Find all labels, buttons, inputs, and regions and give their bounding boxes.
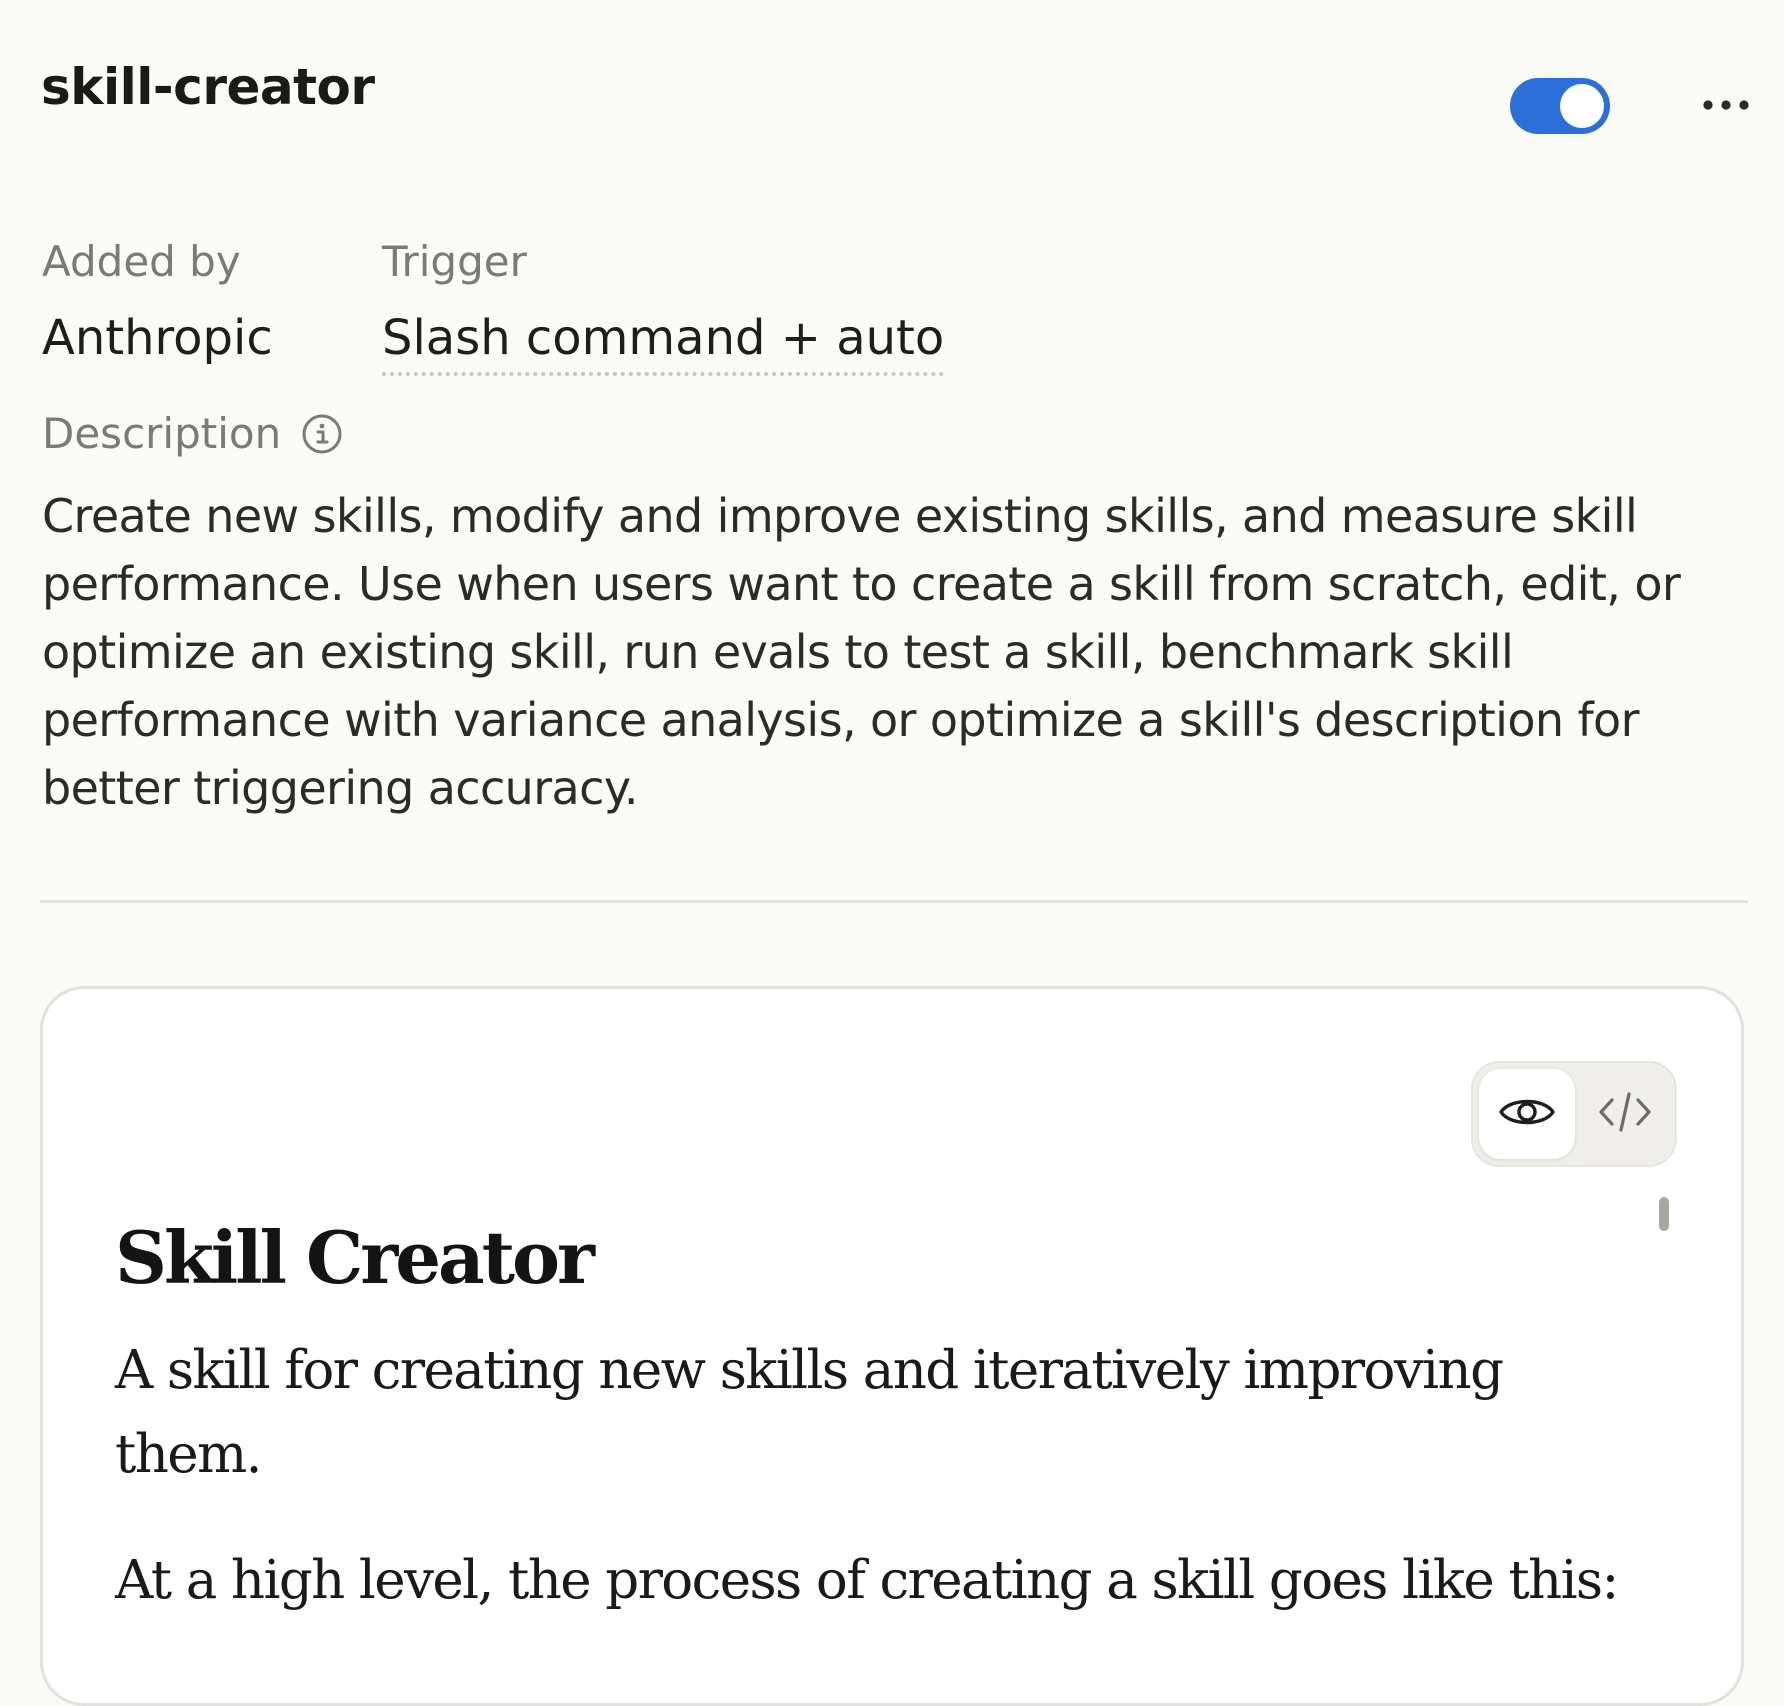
code-view-button[interactable] (1577, 1069, 1673, 1159)
skill-header: skill-creator (40, 50, 1749, 160)
skill-preview-card: Skill Creator A skill for creating new s… (40, 986, 1744, 1706)
trigger-section: Trigger Slash command + auto (382, 232, 945, 376)
preview-paragraph: At a high level, the process of creating… (115, 1550, 1619, 1611)
more-options-button[interactable] (1690, 90, 1762, 120)
added-by-label: Added by (42, 237, 241, 286)
info-icon[interactable] (301, 413, 343, 455)
code-icon (1597, 1090, 1653, 1138)
preview-scrollbar[interactable] (1659, 1197, 1669, 1231)
trigger-value[interactable]: Slash command + auto (382, 308, 945, 376)
eye-icon (1498, 1092, 1556, 1136)
view-mode-toggle (1471, 1061, 1677, 1167)
skill-enabled-toggle[interactable] (1510, 78, 1610, 134)
preview-view-button[interactable] (1479, 1069, 1575, 1159)
description-label: Description (42, 409, 282, 458)
section-divider (40, 900, 1748, 903)
added-by-value: Anthropic (42, 310, 273, 366)
skill-name-title: skill-creator (41, 58, 375, 116)
toggle-knob (1560, 84, 1604, 128)
preview-title: Skill Creator (115, 1215, 595, 1300)
description-text: Create new skills, modify and improve ex… (42, 489, 1681, 815)
more-horizontal-icon (1702, 99, 1750, 111)
trigger-label: Trigger (382, 237, 527, 286)
preview-paragraph: A skill for creating new skills and iter… (115, 1340, 1504, 1485)
description-header: Description (42, 404, 343, 464)
added-by-section: Added by Anthropic (42, 232, 273, 370)
